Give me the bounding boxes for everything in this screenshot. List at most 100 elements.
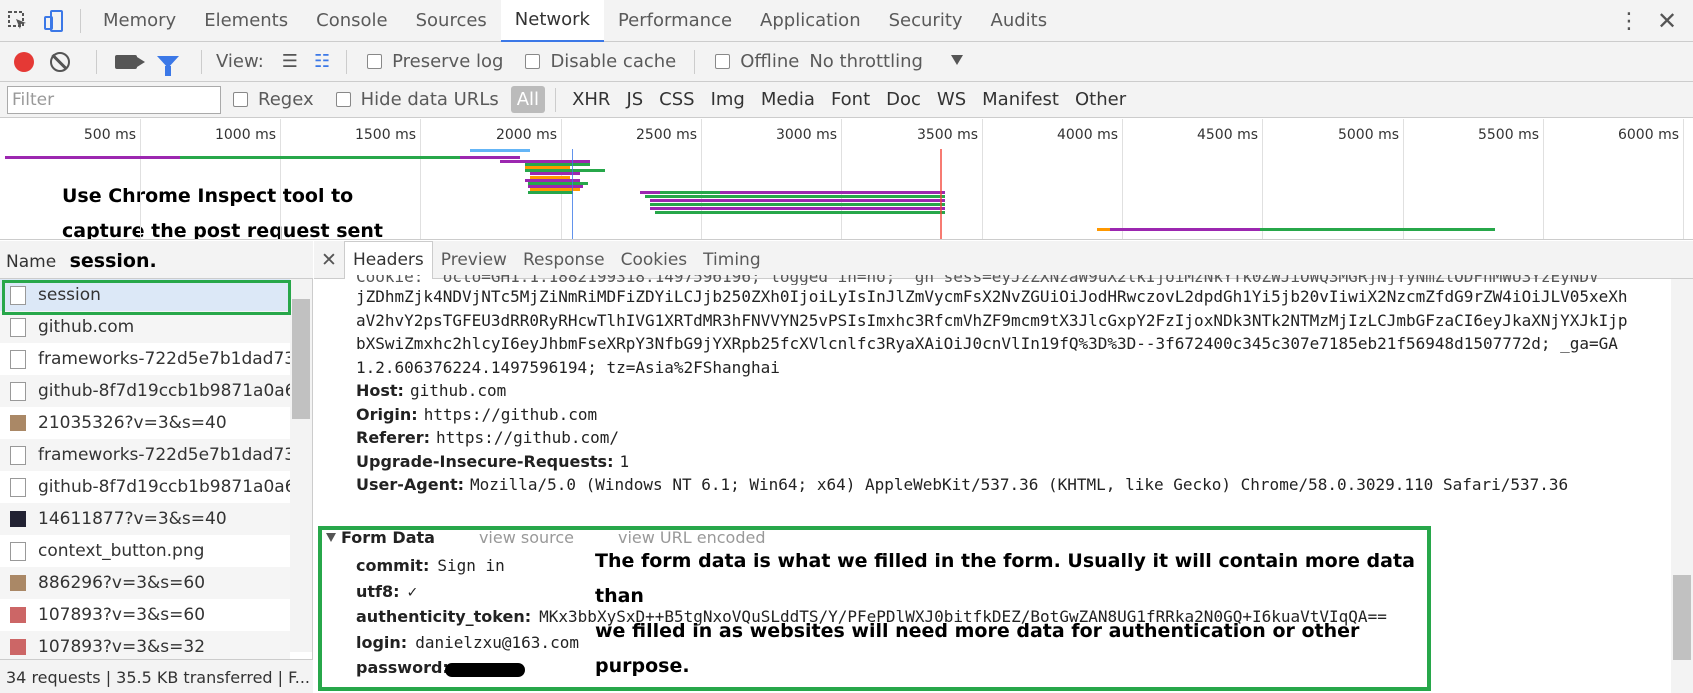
tab-performance[interactable]: Performance [604, 0, 746, 42]
more-options-icon[interactable]: ⋮ [1617, 0, 1641, 42]
device-toolbar-icon[interactable] [36, 0, 72, 42]
filter-type-doc[interactable]: Doc [880, 86, 927, 113]
close-icon[interactable]: ✕ [1655, 0, 1679, 42]
waterfall-bar [660, 191, 720, 194]
request-row[interactable]: frameworks-722d5e7b1dad7337 [0, 439, 290, 471]
timeline-gridline [1683, 119, 1684, 239]
request-row[interactable]: github-8f7d19ccb1b9871a0a668 [0, 375, 290, 407]
view-label: View: [216, 51, 264, 72]
timeline-tick-label: 1000 ms [214, 127, 276, 143]
toolbar-separator [694, 49, 696, 74]
capture-screenshots-icon[interactable] [115, 54, 145, 69]
throttling-select[interactable]: No throttling [809, 51, 923, 72]
clear-icon[interactable] [50, 51, 70, 72]
image-icon [10, 415, 26, 431]
timeline-gridline [1262, 119, 1263, 239]
request-name: 14611877?v=3&s=40 [38, 509, 227, 529]
chevron-down-icon[interactable] [951, 55, 963, 65]
request-list-scrollbar[interactable] [290, 279, 312, 652]
timeline-tick-label: 5500 ms [1477, 127, 1539, 143]
large-rows-icon[interactable]: ☰ [282, 51, 298, 72]
request-row[interactable]: github-8f7d19ccb1b9871a0a668 [0, 471, 290, 503]
offline-checkbox[interactable] [715, 54, 731, 69]
subtab-timing[interactable]: Timing [695, 241, 768, 279]
request-row[interactable]: 14611877?v=3&s=40 [0, 503, 290, 535]
tabbar-separator [80, 8, 81, 33]
subtab-preview[interactable]: Preview [433, 241, 515, 279]
image-icon [10, 607, 26, 623]
details-scrollbar[interactable] [1671, 279, 1693, 693]
tab-application[interactable]: Application [746, 0, 875, 42]
document-icon [10, 381, 26, 401]
request-row[interactable]: 21035326?v=3&s=40 [0, 407, 290, 439]
filter-type-img[interactable]: Img [705, 86, 751, 113]
session-highlight-box [2, 280, 291, 315]
overview-icon[interactable]: ☷ [314, 51, 330, 72]
filter-type-manifest[interactable]: Manifest [976, 86, 1065, 113]
disable-cache-checkbox[interactable] [525, 54, 541, 69]
regex-checkbox[interactable] [233, 92, 248, 107]
timeline-gridline [982, 119, 983, 239]
record-icon[interactable] [14, 51, 34, 72]
header-row: Upgrade-Insecure-Requests: 1 [356, 450, 1656, 474]
dom-content-loaded-marker [572, 149, 573, 239]
timeline-overview[interactable]: Use Chrome Inspect tool to capture the p… [0, 119, 1693, 240]
tab-sources[interactable]: Sources [402, 0, 501, 42]
form-data-highlight-box [318, 526, 1431, 691]
filter-type-css[interactable]: CSS [653, 86, 700, 113]
waterfall-bar [655, 211, 945, 214]
filter-type-other[interactable]: Other [1069, 86, 1132, 113]
scrollbar-thumb[interactable] [292, 299, 310, 419]
header-rows: Host: github.com Origin: https://github.com… [356, 379, 1656, 497]
header-key: Host: [356, 381, 404, 400]
timeline-tick-label: 5000 ms [1337, 127, 1399, 143]
disable-cache-label: Disable cache [550, 51, 677, 72]
request-row[interactable]: 886296?v=3&s=60 [0, 567, 290, 599]
name-column-header[interactable]: Name session. [0, 241, 313, 279]
subtab-cookies[interactable]: Cookies [613, 241, 696, 279]
subtab-response[interactable]: Response [515, 241, 613, 279]
preserve-log-checkbox[interactable] [367, 54, 383, 69]
image-icon [10, 575, 26, 591]
filter-type-xhr[interactable]: XHR [566, 86, 616, 113]
resource-type-filters: All XHR JS CSS Img Media Font Doc WS Manifest Othe… [509, 86, 1134, 113]
filter-icon[interactable] [157, 55, 179, 76]
waterfall-bar [650, 199, 945, 202]
filter-type-font[interactable]: Font [825, 86, 876, 113]
name-header-label: Name [6, 252, 57, 272]
request-row[interactable]: github.com [0, 311, 290, 343]
timeline-tick-label: 500 ms [83, 127, 136, 143]
filter-type-js[interactable]: JS [620, 86, 649, 113]
filter-type-all[interactable]: All [510, 86, 546, 113]
document-icon [10, 541, 26, 561]
tab-console[interactable]: Console [302, 0, 401, 42]
inspect-element-icon[interactable] [0, 0, 36, 42]
request-row[interactable]: frameworks-722d5e7b1dad7337 [0, 343, 290, 375]
hide-data-urls-checkbox[interactable] [335, 92, 351, 107]
close-details-icon[interactable]: ✕ [314, 249, 344, 271]
waterfall-bar [650, 207, 945, 210]
tab-audits[interactable]: Audits [977, 0, 1062, 42]
filter-type-ws[interactable]: WS [931, 86, 972, 113]
timeline-tick-label: 4500 ms [1196, 127, 1258, 143]
request-row[interactable]: 107893?v=3&s=60 [0, 599, 290, 631]
request-row[interactable]: context_button.png [0, 535, 290, 567]
waterfall-bar [5, 156, 185, 159]
filter-input[interactable] [7, 85, 221, 114]
subtab-headers[interactable]: Headers [344, 240, 433, 279]
tab-security[interactable]: Security [875, 0, 977, 42]
cookie-line: 1.2.606376224.1497596194; tz=Asia%2FShan… [356, 357, 780, 377]
annotation-line: capture the post request sent to [62, 220, 384, 240]
tab-elements[interactable]: Elements [190, 0, 302, 42]
waterfall-bar [1260, 228, 1495, 231]
filter-type-media[interactable]: Media [755, 86, 821, 113]
request-name: github-8f7d19ccb1b9871a0a668 [38, 477, 290, 497]
header-key: Upgrade-Insecure-Requests: [356, 451, 614, 471]
waterfall-bar [1110, 228, 1260, 231]
tab-memory[interactable]: Memory [89, 0, 190, 42]
tab-network[interactable]: Network [500, 0, 604, 42]
filter-separator [555, 87, 557, 112]
scrollbar-thumb[interactable] [1673, 575, 1691, 660]
header-row: Referer: https://github.com/ [356, 426, 1656, 450]
annotation-line: session. [69, 250, 157, 272]
